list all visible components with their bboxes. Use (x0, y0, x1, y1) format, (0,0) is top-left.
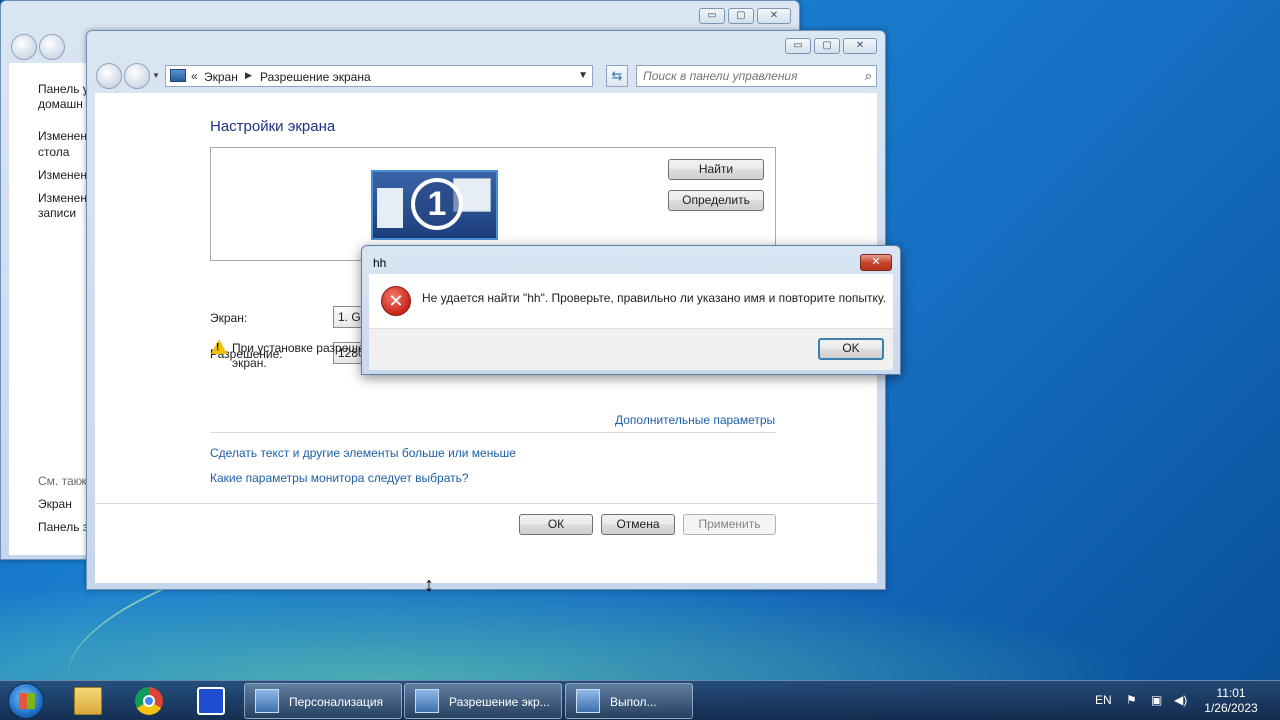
language-indicator[interactable]: EN (1095, 693, 1112, 707)
dialog-body: ✕ Не удается найти "hh". Проверьте, прав… (369, 274, 893, 328)
breadcrumb-screen-resolution[interactable]: Разрешение экрана (260, 70, 371, 84)
run-icon (576, 689, 600, 713)
minimize-button[interactable]: ▭ (699, 8, 725, 24)
monitor-settings-help-link[interactable]: Какие параметры монитора следует выбрать… (210, 471, 469, 485)
search-icon[interactable]: ⌕ (865, 68, 872, 84)
advanced-settings-link[interactable]: Дополнительные параметры (615, 413, 775, 427)
search-box[interactable]: ⌕ (636, 65, 877, 87)
monitor-layout-area: 1 Найти Определить (210, 147, 776, 261)
taskbar-item-run[interactable]: Выпол... (565, 683, 693, 719)
search-input[interactable] (643, 67, 853, 85)
thumbnail-window-left (377, 188, 403, 228)
resize-cursor-icon: ↕ (424, 574, 434, 596)
recent-pages-chevron-icon[interactable]: ▼ (152, 71, 160, 80)
breadcrumb-display[interactable]: Экран (204, 70, 238, 84)
pinned-explorer[interactable] (61, 685, 113, 717)
refresh-icon[interactable]: ⇆ (606, 65, 628, 87)
ok-button[interactable]: ОК (519, 514, 593, 535)
network-icon[interactable]: ▣ (1151, 693, 1162, 707)
page-title: Настройки экрана (210, 118, 336, 135)
identify-button[interactable]: Определить (668, 190, 764, 211)
monitor-1-thumbnail[interactable]: 1 (371, 170, 498, 240)
display-icon (170, 69, 186, 82)
pinned-chrome[interactable] (122, 685, 174, 717)
maximize-button[interactable]: ▢ (728, 8, 754, 24)
address-bar[interactable]: « Экран ▶ Разрешение экрана ▼ (165, 65, 593, 87)
folder-icon (74, 687, 102, 715)
dialog-footer: OK (369, 328, 893, 370)
text-size-link[interactable]: Сделать текст и другие элементы больше и… (210, 446, 516, 460)
taskbar: Персонализация Разрешение экр... Выпол..… (0, 680, 1280, 720)
monitor-number-badge: 1 (411, 178, 463, 230)
taskbar-item-personalization[interactable]: Персонализация (244, 683, 402, 719)
start-button[interactable] (8, 683, 44, 719)
taskbar-item-screen-resolution[interactable]: Разрешение экр... (404, 683, 562, 719)
clock-date: 1/26/2023 (1204, 701, 1258, 715)
back-button[interactable] (11, 34, 37, 60)
warning-text: При установке разреше экран. (232, 341, 365, 370)
taskbar-item-label: Персонализация (289, 695, 384, 709)
error-message: Не удается найти "hh". Проверьте, правил… (422, 291, 886, 305)
clock[interactable]: 11:01 1/26/2023 (1196, 686, 1266, 716)
pinned-network-app[interactable] (184, 685, 236, 717)
address-overflow-chevron[interactable]: « (191, 69, 198, 83)
personalization-icon (255, 689, 279, 713)
action-center-icon[interactable]: ⚑ (1126, 693, 1137, 707)
window-caption-buttons: ▭ ▢ ✕ (785, 38, 877, 54)
screen-label: Экран: (210, 311, 248, 325)
cancel-button[interactable]: Отмена (601, 514, 675, 535)
maximize-button[interactable]: ▢ (814, 38, 840, 54)
clock-time: 11:01 (1216, 686, 1246, 700)
dialog-title: hh (373, 256, 387, 270)
taskbar-item-label: Выпол... (610, 695, 657, 709)
divider (210, 432, 776, 433)
chrome-icon (135, 687, 163, 715)
error-dialog: hh ✕ ✕ Не удается найти "hh". Проверьте,… (361, 245, 901, 375)
taskbar-item-label: Разрешение экр... (449, 695, 550, 709)
volume-icon[interactable]: ◀) (1174, 693, 1187, 707)
warning-icon-mark: ! (216, 342, 220, 353)
breadcrumb-separator-icon[interactable]: ▶ (245, 70, 252, 81)
footer-divider (95, 503, 877, 504)
minimize-button[interactable]: ▭ (785, 38, 811, 54)
address-dropdown-icon[interactable]: ▼ (578, 70, 588, 81)
dialog-ok-button[interactable]: OK (818, 338, 884, 360)
forward-button[interactable] (124, 63, 150, 89)
error-icon: ✕ (381, 286, 411, 316)
back-button[interactable] (96, 63, 122, 89)
windows-logo-icon (19, 693, 35, 709)
forward-button[interactable] (39, 34, 65, 60)
screen-resolution-icon (415, 689, 439, 713)
apply-button[interactable]: Применить (683, 514, 776, 535)
close-button[interactable]: ✕ (843, 38, 877, 54)
dialog-close-button[interactable]: ✕ (860, 254, 892, 271)
network-app-icon (197, 687, 225, 715)
window-caption-buttons: ▭ ▢ ✕ (699, 8, 791, 24)
find-button[interactable]: Найти (668, 159, 764, 180)
close-button[interactable]: ✕ (757, 8, 791, 24)
